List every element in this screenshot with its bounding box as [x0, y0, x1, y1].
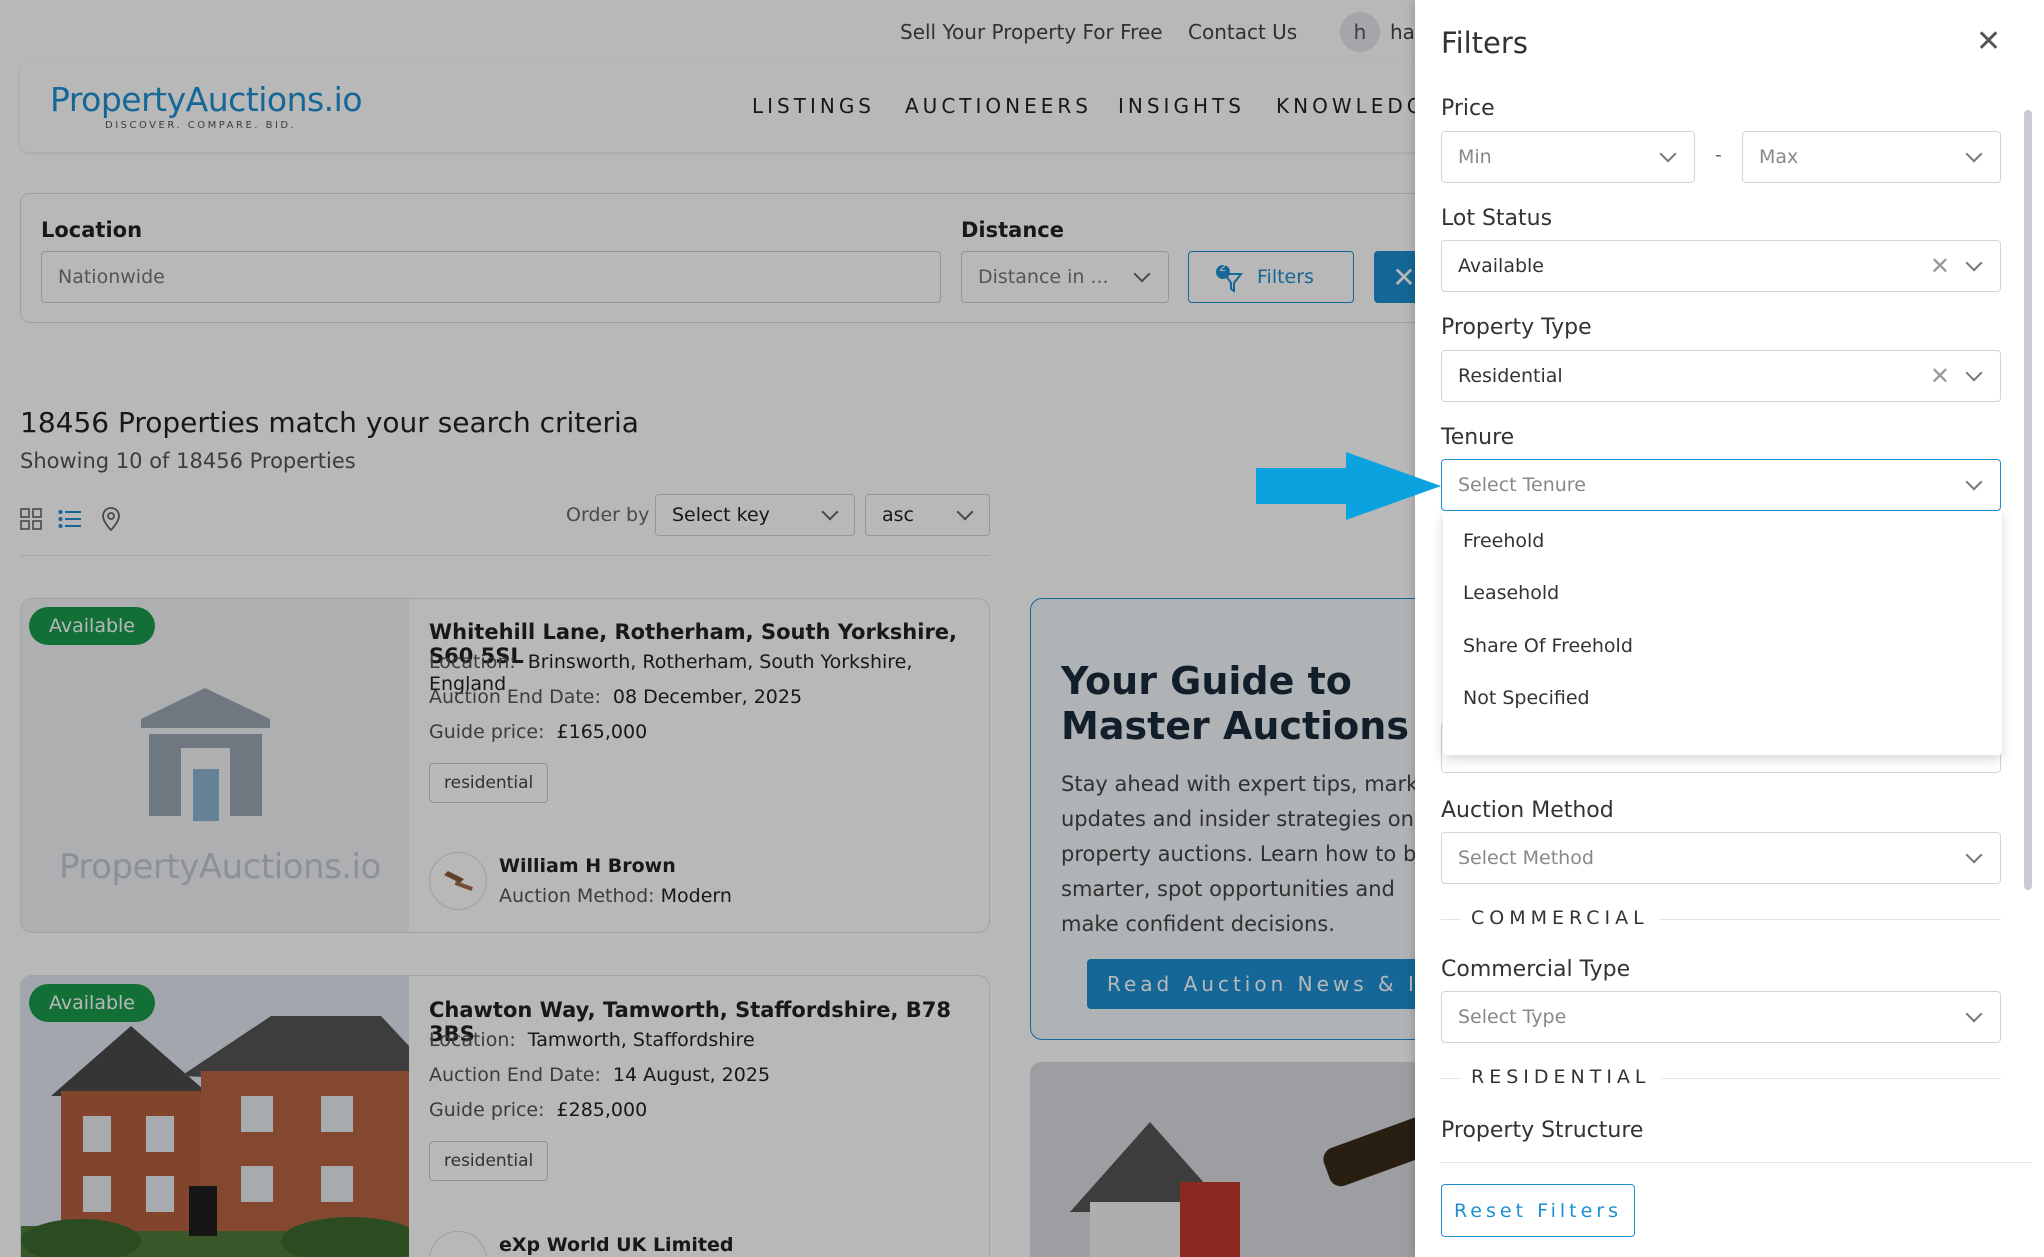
- filters-title: Filters: [1441, 26, 1528, 60]
- page: Sell Your Property For Free Contact Us h…: [0, 0, 2044, 1257]
- auction-method-select[interactable]: Select Method: [1441, 832, 2001, 884]
- chevron-down-icon: [1965, 473, 1983, 491]
- price-range-dash: -: [1715, 144, 1722, 166]
- price-label: Price: [1441, 96, 1495, 121]
- lot-status-select[interactable]: Available ✕: [1441, 240, 2001, 292]
- clear-icon[interactable]: ✕: [1930, 252, 1950, 280]
- chevron-down-icon: [1965, 254, 1983, 272]
- price-min-value: Min: [1458, 146, 1492, 168]
- residential-section-label: RESIDENTIAL: [1461, 1066, 1661, 1088]
- chevron-down-icon: [1965, 145, 1983, 163]
- property-type-select[interactable]: Residential ✕: [1441, 350, 2001, 402]
- price-max-select[interactable]: Max: [1742, 131, 2001, 183]
- commercial-type-placeholder: Select Type: [1458, 1006, 1567, 1028]
- filters-scrollbar[interactable]: [2024, 110, 2032, 890]
- tenure-option-leasehold[interactable]: Leasehold: [1463, 582, 1559, 604]
- tenure-option-share-of-freehold[interactable]: Share Of Freehold: [1463, 635, 1633, 657]
- tenure-dropdown-menu: Freehold Leasehold Share Of Freehold Not…: [1443, 511, 2002, 755]
- callout-arrow-icon: [1256, 452, 1441, 520]
- reset-filters-button[interactable]: Reset Filters: [1441, 1184, 1635, 1237]
- tenure-label: Tenure: [1441, 425, 1515, 450]
- commercial-section-label: COMMERCIAL: [1461, 907, 1659, 929]
- price-min-select[interactable]: Min: [1441, 131, 1695, 183]
- property-type-label: Property Type: [1441, 315, 1592, 340]
- chevron-down-icon: [1965, 846, 1983, 864]
- chevron-down-icon: [1965, 364, 1983, 382]
- footer-divider: [1441, 1162, 2031, 1163]
- tenure-option-not-specified[interactable]: Not Specified: [1463, 687, 1590, 709]
- auction-method-placeholder: Select Method: [1458, 847, 1594, 869]
- property-structure-label: Property Structure: [1441, 1118, 1644, 1143]
- price-max-value: Max: [1759, 146, 1799, 168]
- tenure-select[interactable]: Select Tenure: [1441, 459, 2001, 511]
- chevron-down-icon: [1965, 1005, 1983, 1023]
- close-icon: ✕: [1976, 24, 2002, 59]
- tenure-option-freehold[interactable]: Freehold: [1463, 530, 1544, 552]
- lot-status-value: Available: [1458, 255, 1545, 277]
- chevron-down-icon: [1659, 145, 1677, 163]
- clear-icon[interactable]: ✕: [1930, 362, 1950, 390]
- close-filters-button[interactable]: ✕: [1976, 24, 2001, 59]
- auction-method-label: Auction Method: [1441, 798, 1614, 823]
- page-dim-overlay[interactable]: [0, 0, 1415, 1257]
- tenure-placeholder: Select Tenure: [1458, 474, 1586, 496]
- property-type-value: Residential: [1458, 365, 1563, 387]
- commercial-type-label: Commercial Type: [1441, 957, 1631, 982]
- commercial-type-select[interactable]: Select Type: [1441, 991, 2001, 1043]
- lot-status-label: Lot Status: [1441, 206, 1553, 231]
